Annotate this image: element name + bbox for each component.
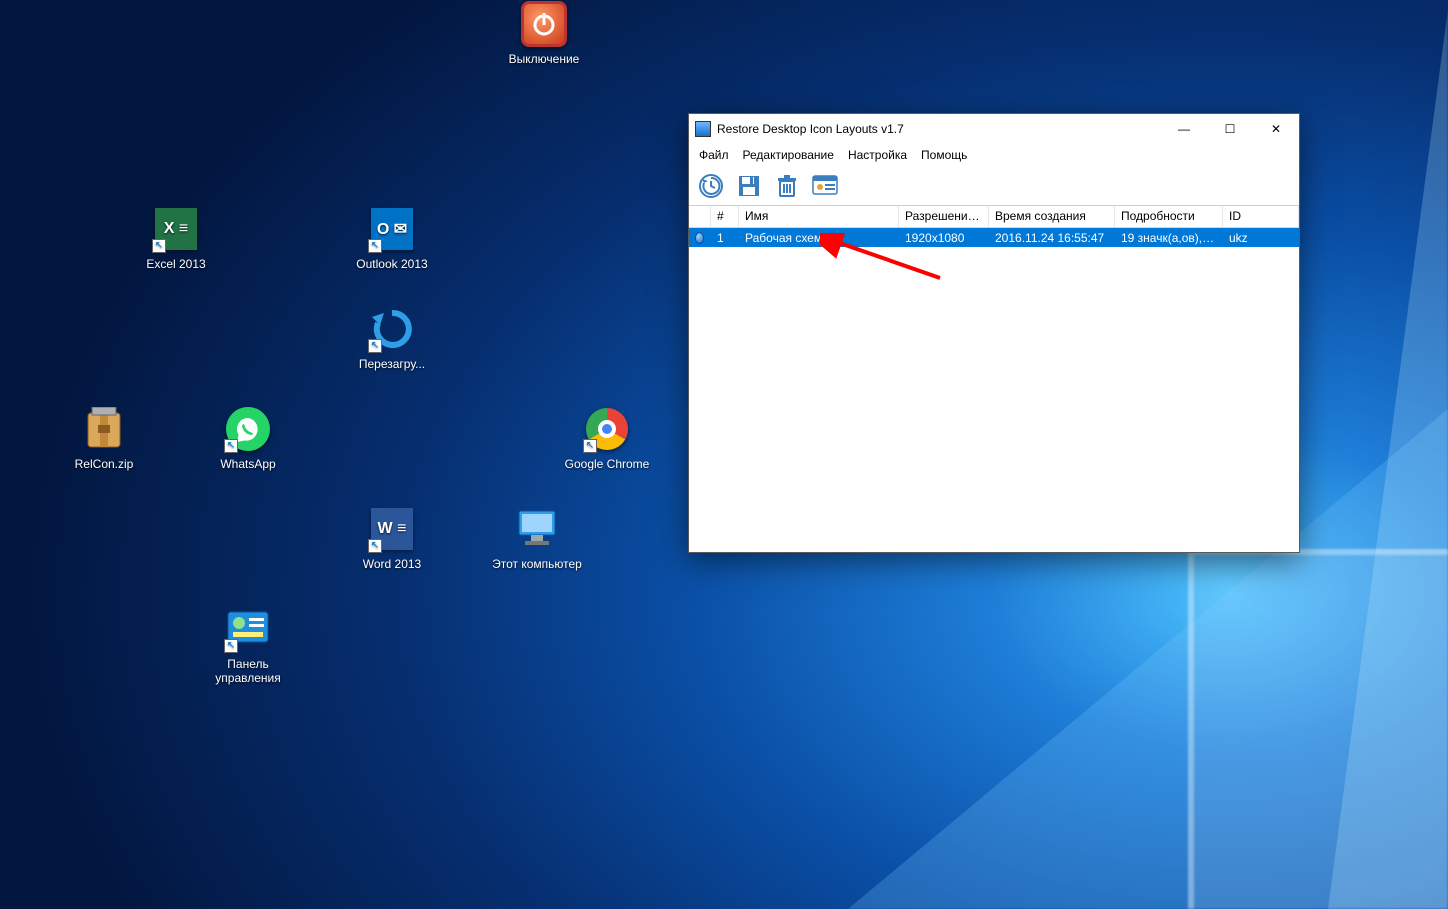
outlook-icon: O ✉	[368, 205, 416, 253]
thispc-icon	[513, 505, 561, 553]
desktop-icon-excel[interactable]: X ≡ Excel 2013	[131, 205, 221, 271]
whatsapp-icon	[224, 405, 272, 453]
relcon-icon	[80, 405, 128, 453]
minimize-button[interactable]: —	[1161, 114, 1207, 144]
desktop-icon-label: RelCon.zip	[59, 457, 149, 471]
restart-icon	[368, 305, 416, 353]
column-number[interactable]: #	[711, 206, 739, 227]
desktop-icon-label: Excel 2013	[131, 257, 221, 271]
desktop-icon-label: Google Chrome	[562, 457, 652, 471]
about-icon	[812, 175, 838, 197]
row-resolution: 1920x1080	[899, 228, 989, 247]
menu-edit[interactable]: Редактирование	[743, 148, 834, 162]
row-id: ukz	[1223, 228, 1299, 247]
menu-file[interactable]: Файл	[699, 148, 729, 162]
desktop-icon-relcon[interactable]: RelCon.zip	[59, 405, 149, 471]
titlebar[interactable]: Restore Desktop Icon Layouts v1.7 — ☐ ✕	[689, 114, 1299, 144]
chrome-icon	[583, 405, 631, 453]
maximize-button[interactable]: ☐	[1207, 114, 1253, 144]
desktop-icon-shutdown[interactable]: Выключение	[499, 0, 589, 66]
shutdown-icon	[520, 0, 568, 48]
desktop-icon-label: Word 2013	[347, 557, 437, 571]
table-row[interactable]: 1 Рабочая схема 1920x1080 2016.11.24 16:…	[689, 228, 1299, 247]
column-resolution[interactable]: Разрешение ...	[899, 206, 989, 227]
desktop-icon-label: Выключение	[499, 52, 589, 66]
column-created[interactable]: Время создания	[989, 206, 1115, 227]
desktop-icon-thispc[interactable]: Этот компьютер	[492, 505, 582, 571]
column-marker[interactable]	[689, 206, 711, 227]
column-id[interactable]: ID	[1223, 206, 1299, 227]
menu-help[interactable]: Помощь	[921, 148, 967, 162]
list-body[interactable]: 1 Рабочая схема 1920x1080 2016.11.24 16:…	[689, 228, 1299, 552]
delete-icon	[775, 174, 799, 198]
close-button[interactable]: ✕	[1253, 114, 1299, 144]
toolbar-restore[interactable]	[695, 170, 727, 202]
toolbar-about[interactable]	[809, 170, 841, 202]
desktop-icon-label: WhatsApp	[203, 457, 293, 471]
row-created: 2016.11.24 16:55:47	[989, 228, 1115, 247]
save-icon	[737, 174, 761, 198]
desktop-icon-cpanel[interactable]: Панель управления	[203, 605, 293, 685]
app-window: Restore Desktop Icon Layouts v1.7 — ☐ ✕ …	[688, 113, 1300, 553]
row-details: 19 значк(а,ов), help	[1115, 228, 1223, 247]
cpanel-icon	[224, 605, 272, 653]
column-details[interactable]: Подробности	[1115, 206, 1223, 227]
row-name: Рабочая схема	[739, 228, 899, 247]
menu-config[interactable]: Настройка	[848, 148, 907, 162]
desktop-icon-outlook[interactable]: O ✉ Outlook 2013	[347, 205, 437, 271]
desktop-icon-label: Outlook 2013	[347, 257, 437, 271]
desktop-icon-label: Перезагру...	[347, 357, 437, 371]
desktop-icon-chrome[interactable]: Google Chrome	[562, 405, 652, 471]
desktop-icon-restart[interactable]: Перезагру...	[347, 305, 437, 371]
row-active-marker	[689, 228, 711, 247]
word-icon: W ≡	[368, 505, 416, 553]
toolbar-save[interactable]	[733, 170, 765, 202]
column-name[interactable]: Имя	[739, 206, 899, 227]
window-title: Restore Desktop Icon Layouts v1.7	[717, 122, 904, 136]
toolbar-delete[interactable]	[771, 170, 803, 202]
app-icon	[695, 121, 711, 137]
list-header: # Имя Разрешение ... Время создания Подр…	[689, 206, 1299, 228]
active-dot-icon	[695, 232, 704, 244]
toolbar	[689, 166, 1299, 206]
desktop-icon-whatsapp[interactable]: WhatsApp	[203, 405, 293, 471]
desktop-icon-label: Этот компьютер	[492, 557, 582, 571]
restore-icon	[698, 173, 724, 199]
desktop-icon-label: Панель управления	[203, 657, 293, 685]
menubar: Файл Редактирование Настройка Помощь	[689, 144, 1299, 166]
row-number: 1	[711, 228, 739, 247]
desktop-icon-word[interactable]: W ≡ Word 2013	[347, 505, 437, 571]
excel-icon: X ≡	[152, 205, 200, 253]
